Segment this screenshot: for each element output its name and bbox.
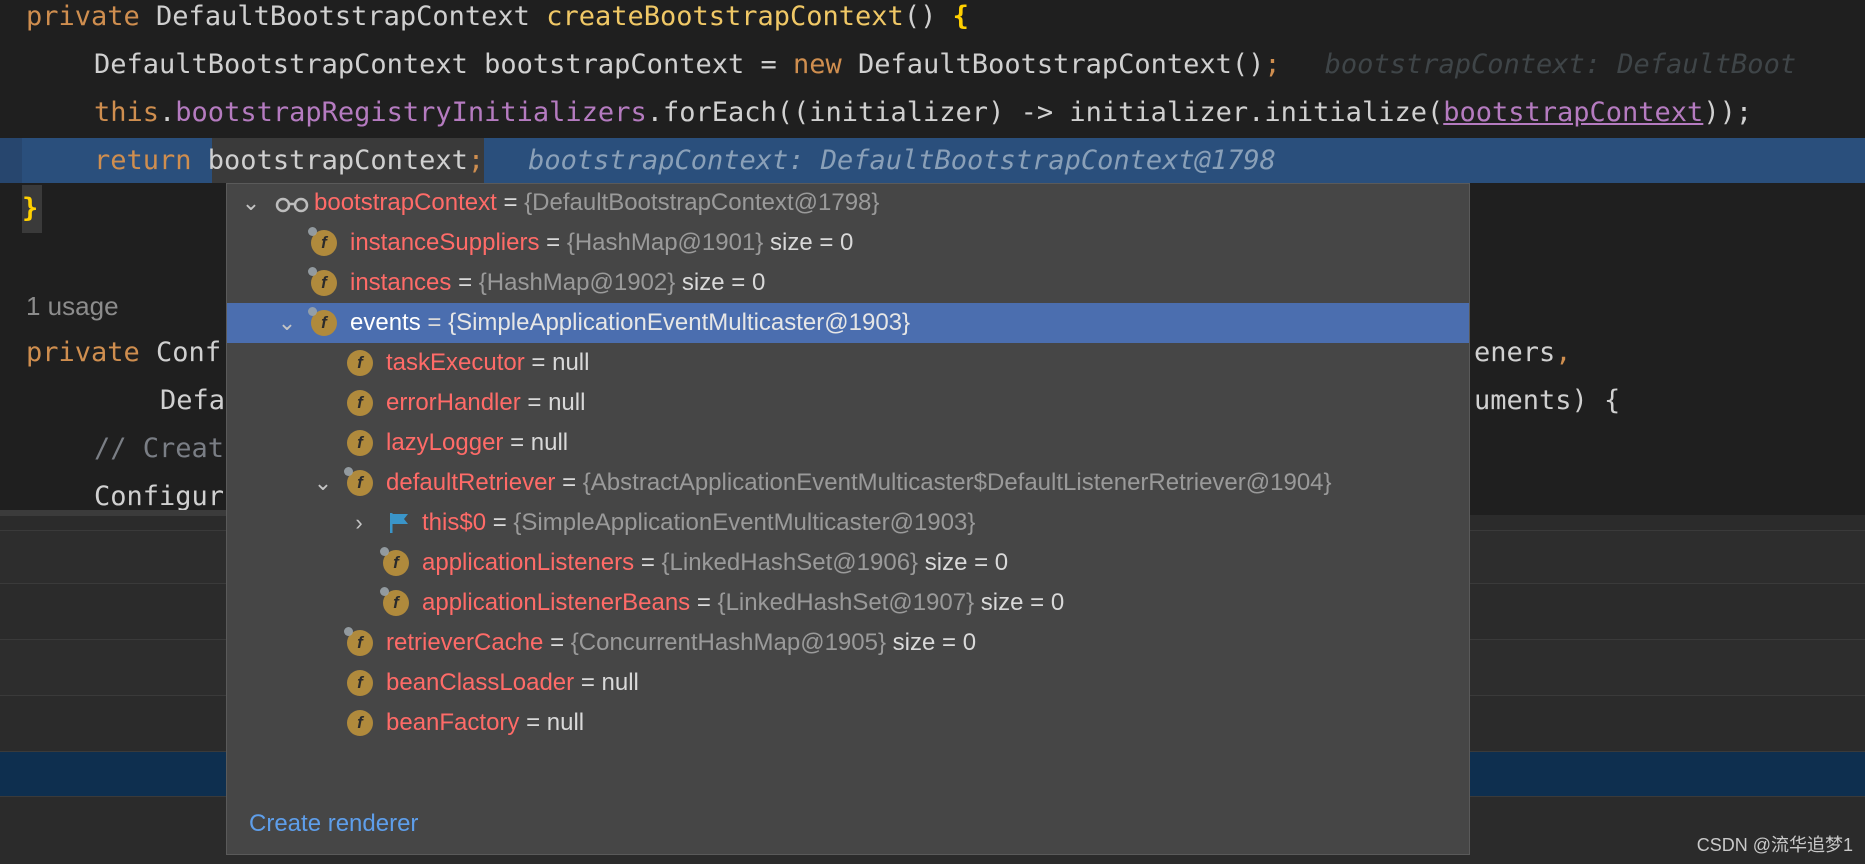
field-name: this$0 = {SimpleApplicationEventMulticas…: [422, 509, 976, 536]
chevron-right-icon[interactable]: ›: [349, 503, 369, 543]
field-icon: f: [308, 267, 337, 296]
faded-inline-hint: bootstrapContext: DefaultBoot: [1324, 49, 1797, 80]
close-brace: }: [22, 193, 39, 224]
dot: .: [159, 97, 176, 128]
truncated-type: Defa: [160, 385, 226, 416]
constructor-call: DefaultBootstrapContext(): [841, 49, 1265, 80]
tree-row[interactable]: f taskExecutor = null: [227, 343, 1469, 383]
usage-hint[interactable]: 1 usage: [26, 286, 119, 326]
flag-icon: [390, 513, 408, 533]
code-line-2[interactable]: DefaultBootstrapContext bootstrapContext…: [94, 41, 1796, 89]
field-name: applicationListeners = {LinkedHashSet@19…: [422, 549, 1009, 576]
field-icon: f: [347, 390, 373, 416]
truncated-type: Configur: [94, 481, 225, 512]
field-icon: f: [347, 710, 373, 736]
field-ref: bootstrapRegistryInitializers: [175, 97, 647, 128]
truncated-type: Conf: [156, 337, 222, 368]
tree-row[interactable]: › this$0 = {SimpleApplicationEventMultic…: [227, 503, 1469, 543]
code-line-9[interactable]: // Creat: [94, 425, 224, 473]
tree-row[interactable]: ⌄ bootstrapContext = {DefaultBootstrapCo…: [227, 183, 1469, 223]
field-name: beanClassLoader = null: [386, 669, 639, 696]
keyword-return: return: [94, 145, 208, 176]
code-line-8[interactable]: Defa: [160, 377, 225, 425]
keyword-private: private: [26, 1, 157, 32]
comment: // Creat: [94, 433, 225, 464]
code-line-5[interactable]: }: [22, 185, 42, 233]
tree-row[interactable]: f instanceSuppliers = {HashMap@1901} siz…: [227, 223, 1469, 263]
chevron-down-icon[interactable]: ⌄: [277, 303, 297, 343]
open-brace: {: [952, 1, 969, 32]
semicolon: ;: [1264, 49, 1281, 80]
tree-row[interactable]: ⌄ f defaultRetriever = {AbstractApplicat…: [227, 463, 1469, 503]
field-icon: f: [380, 547, 409, 576]
field-name: taskExecutor = null: [386, 349, 590, 376]
gutter-marker: [0, 138, 22, 183]
field-name: instances = {HashMap@1902} size = 0: [350, 269, 766, 296]
truncated-param: uments) {: [1474, 385, 1621, 416]
params: (): [903, 1, 953, 32]
code-line-8-right: uments) {: [1474, 377, 1620, 425]
field-name: beanFactory = null: [386, 709, 585, 736]
field-name: defaultRetriever = {AbstractApplicationE…: [386, 469, 1332, 496]
tree-row[interactable]: f retrieverCache = {ConcurrentHashMap@19…: [227, 623, 1469, 663]
keyword-new: new: [792, 49, 842, 80]
tree-row[interactable]: f beanFactory = null: [227, 703, 1469, 743]
tree-row[interactable]: f applicationListeners = {LinkedHashSet@…: [227, 543, 1469, 583]
field-name: events = {SimpleApplicationEventMulticas…: [350, 309, 911, 336]
field-icon: f: [344, 627, 373, 656]
field-icon: f: [347, 350, 373, 376]
code-line-3[interactable]: this.bootstrapRegistryInitializers.forEa…: [94, 89, 1752, 137]
code-line-4[interactable]: return bootstrapContext; bootstrapContext…: [94, 137, 1276, 185]
argument: bootstrapContext: [1443, 97, 1704, 128]
field-icon: f: [308, 227, 337, 256]
variable-name: bootstrapContext = {DefaultBootstrapCont…: [314, 189, 880, 216]
tree-row[interactable]: f instances = {HashMap@1902} size = 0: [227, 263, 1469, 303]
chevron-down-icon[interactable]: ⌄: [241, 183, 261, 223]
code-line-7-right: eners,: [1474, 329, 1572, 377]
tree-row[interactable]: f beanClassLoader = null: [227, 663, 1469, 703]
method-name: createBootstrapContext: [546, 1, 904, 32]
tree-row[interactable]: f errorHandler = null: [227, 383, 1469, 423]
field-name: instanceSuppliers = {HashMap@1901} size …: [350, 229, 854, 256]
close-parens: ));: [1703, 97, 1753, 128]
keyword-this: this: [94, 97, 160, 128]
tree-row[interactable]: f applicationListenerBeans = {LinkedHash…: [227, 583, 1469, 623]
field-name: retrieverCache = {ConcurrentHashMap@1905…: [386, 629, 977, 656]
declaration: DefaultBootstrapContext bootstrapContext…: [94, 49, 793, 80]
watermark: CSDN @流华追梦1: [1696, 835, 1853, 855]
create-renderer-link[interactable]: Create renderer: [249, 804, 418, 844]
field-icon: f: [344, 467, 373, 496]
field-name: errorHandler = null: [386, 389, 586, 416]
foreach-call: .forEach((initializer) -> initializer.in…: [646, 97, 1444, 128]
field-icon: f: [380, 587, 409, 616]
semicolon: ;: [467, 145, 485, 176]
chevron-down-icon[interactable]: ⌄: [313, 463, 333, 503]
tree-row-selected[interactable]: ⌄ f events = {SimpleApplicationEventMult…: [227, 303, 1469, 343]
field-icon: f: [347, 670, 373, 696]
debug-value-popup[interactable]: ⌄ bootstrapContext = {DefaultBootstrapCo…: [226, 183, 1470, 855]
field-name: lazyLogger = null: [386, 429, 569, 456]
horizontal-scrollbar[interactable]: [0, 510, 226, 516]
field-name: applicationListenerBeans = {LinkedHashSe…: [422, 589, 1065, 616]
inline-debug-value: bootstrapContext: DefaultBootstrapContex…: [528, 145, 1276, 176]
field-icon: f: [308, 307, 337, 336]
watch-glasses-icon: [275, 197, 309, 213]
type-name: DefaultBootstrapContext: [156, 1, 547, 32]
comma: ,: [1555, 337, 1572, 368]
field-icon: f: [347, 430, 373, 456]
code-line-7[interactable]: private Conf: [26, 329, 221, 377]
truncated-param: eners: [1474, 337, 1556, 368]
keyword-private: private: [26, 337, 157, 368]
code-line-1[interactable]: private DefaultBootstrapContext createBo…: [26, 0, 969, 41]
tree-row[interactable]: f lazyLogger = null: [227, 423, 1469, 463]
returned-variable[interactable]: bootstrapContext: [208, 145, 468, 176]
